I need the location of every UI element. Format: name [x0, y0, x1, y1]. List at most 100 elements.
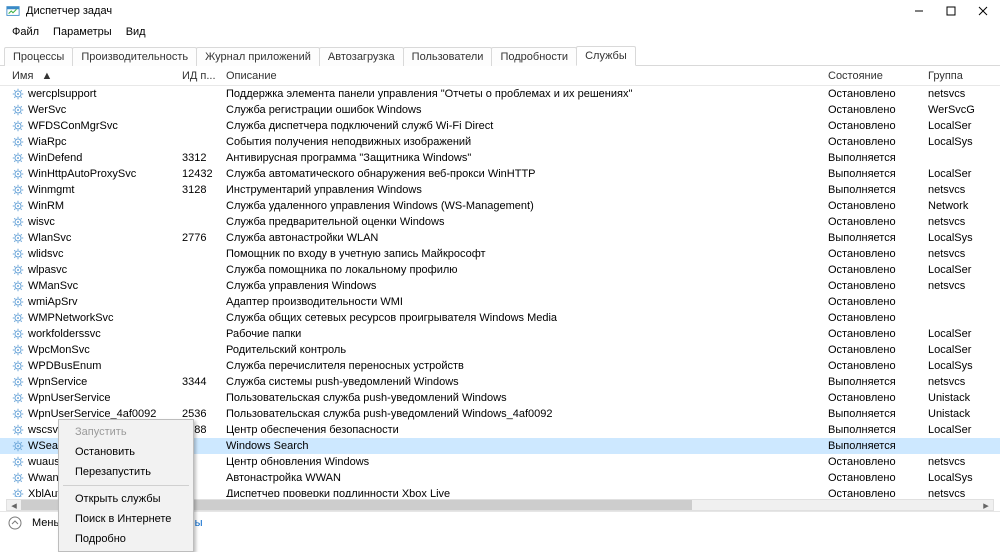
- tab-users[interactable]: Пользователи: [403, 47, 493, 66]
- service-desc: Пользовательская служба push-уведомлений…: [226, 392, 828, 404]
- service-state: Выполняется: [828, 408, 928, 420]
- gear-icon: [12, 360, 24, 372]
- service-name: WinHttpAutoProxySvc: [28, 168, 136, 180]
- tab-processes[interactable]: Процессы: [4, 47, 73, 66]
- service-desc: Автонастройка WWAN: [226, 472, 828, 484]
- table-row[interactable]: WpnService3344Служба системы push-уведом…: [0, 374, 1000, 390]
- col-pid-header[interactable]: ИД п...: [182, 70, 226, 82]
- menu-view[interactable]: Вид: [120, 24, 152, 40]
- gear-icon: [12, 232, 24, 244]
- service-group: Unistack: [928, 408, 988, 420]
- gear-icon: [12, 136, 24, 148]
- table-row[interactable]: WerSvcСлужба регистрации ошибок WindowsО…: [0, 102, 1000, 118]
- fewer-details-icon[interactable]: [8, 516, 22, 530]
- service-desc: Антивирусная программа "Защитника Window…: [226, 152, 828, 164]
- service-desc: События получения неподвижных изображени…: [226, 136, 828, 148]
- service-group: Network: [928, 200, 988, 212]
- service-state: Остановлено: [828, 264, 928, 276]
- service-desc: Служба управления Windows: [226, 280, 828, 292]
- gear-icon: [12, 104, 24, 116]
- service-desc: Инструментарий управления Windows: [226, 184, 828, 196]
- tab-performance[interactable]: Производительность: [72, 47, 197, 66]
- gear-icon: [12, 408, 24, 420]
- service-name: WpnService: [28, 376, 87, 388]
- service-name: WpcMonSvc: [28, 344, 90, 356]
- tab-startup[interactable]: Автозагрузка: [319, 47, 404, 66]
- cm-open-services[interactable]: Открыть службы: [61, 489, 191, 509]
- col-name-header[interactable]: Имя▲: [12, 70, 182, 82]
- table-row[interactable]: workfolderssvcРабочие папкиОстановленоLo…: [0, 326, 1000, 342]
- service-desc: Служба общих сетевых ресурсов проигрыват…: [226, 312, 828, 324]
- tab-app-history[interactable]: Журнал приложений: [196, 47, 320, 66]
- table-row[interactable]: WpcMonSvcРодительский контрольОстановлен…: [0, 342, 1000, 358]
- service-desc: Родительский контроль: [226, 344, 828, 356]
- gear-icon: [12, 168, 24, 180]
- cm-start: Запустить: [61, 422, 191, 442]
- table-row[interactable]: wercplsupportПоддержка элемента панели у…: [0, 86, 1000, 102]
- table-row[interactable]: wmiApSrvАдаптер производительности WMIОс…: [0, 294, 1000, 310]
- service-desc: Служба помощника по локальному профилю: [226, 264, 828, 276]
- table-row[interactable]: WinRMСлужба удаленного управления Window…: [0, 198, 1000, 214]
- menu-options[interactable]: Параметры: [47, 24, 118, 40]
- gear-icon: [12, 344, 24, 356]
- service-name: Winmgmt: [28, 184, 74, 196]
- service-group: LocalSer: [928, 328, 988, 340]
- service-desc: Служба регистрации ошибок Windows: [226, 104, 828, 116]
- service-name: WinDefend: [28, 152, 82, 164]
- gear-icon: [12, 280, 24, 292]
- col-group-header[interactable]: Группа: [928, 70, 988, 82]
- service-name: WMPNetworkSvc: [28, 312, 114, 324]
- table-row[interactable]: WMPNetworkSvc Служба общих сетевых ресурс…: [0, 310, 1000, 326]
- menu-file[interactable]: Файл: [6, 24, 45, 40]
- service-state: Остановлено: [828, 328, 928, 340]
- tab-details[interactable]: Подробности: [491, 47, 577, 66]
- service-state: Остановлено: [828, 200, 928, 212]
- tabstrip: Процессы Производительность Журнал прило…: [0, 44, 1000, 66]
- service-group: LocalSys: [928, 232, 988, 244]
- cm-search-online[interactable]: Поиск в Интернете: [61, 509, 191, 529]
- column-headers: Имя▲ ИД п... Описание Состояние Группа: [0, 66, 1000, 86]
- table-row[interactable]: wlpasvcСлужба помощника по локальному пр…: [0, 262, 1000, 278]
- col-desc-header[interactable]: Описание: [226, 70, 828, 82]
- cm-details[interactable]: Подробно: [61, 529, 191, 549]
- service-pid: 3344: [182, 376, 226, 388]
- tab-services[interactable]: Службы: [576, 46, 636, 66]
- service-group: LocalSer: [928, 120, 988, 132]
- scroll-left-arrow[interactable]: ◂: [7, 499, 21, 512]
- gear-icon: [12, 312, 24, 324]
- cm-stop[interactable]: Остановить: [61, 442, 191, 462]
- scroll-right-arrow[interactable]: ▸: [979, 499, 993, 512]
- service-name: WiaRpc: [28, 136, 67, 148]
- table-row[interactable]: WpnUserServiceПользовательская служба pu…: [0, 390, 1000, 406]
- menubar: Файл Параметры Вид: [0, 22, 1000, 42]
- table-row[interactable]: WPDBusEnumСлужба перечислителя переносны…: [0, 358, 1000, 374]
- table-row[interactable]: WManSvcСлужба управления WindowsОстановл…: [0, 278, 1000, 294]
- table-row[interactable]: Winmgmt3128Инструментарий управления Win…: [0, 182, 1000, 198]
- service-name: WinRM: [28, 200, 64, 212]
- service-name: WlanSvc: [28, 232, 71, 244]
- app-icon: [6, 4, 20, 18]
- service-desc: Служба диспетчера подключений служб Wi-F…: [226, 120, 828, 132]
- col-state-header[interactable]: Состояние: [828, 70, 928, 82]
- close-button[interactable]: [976, 4, 990, 18]
- table-row[interactable]: WlanSvc2776Служба автонастройки WLANВыпо…: [0, 230, 1000, 246]
- service-group: LocalSys: [928, 472, 988, 484]
- table-row[interactable]: WinDefend3312Антивирусная программа "Защ…: [0, 150, 1000, 166]
- service-state: Остановлено: [828, 216, 928, 228]
- cm-restart[interactable]: Перезапустить: [61, 462, 191, 482]
- table-row[interactable]: wlidsvcПомощник по входу в учетную запис…: [0, 246, 1000, 262]
- table-row[interactable]: WinHttpAutoProxySvc12432Служба автоматич…: [0, 166, 1000, 182]
- table-row[interactable]: WFDSConMgrSvcСлужба диспетчера подключен…: [0, 118, 1000, 134]
- table-row[interactable]: wisvcСлужба предварительной оценки Windo…: [0, 214, 1000, 230]
- service-desc: Служба автонастройки WLAN: [226, 232, 828, 244]
- gear-icon: [12, 440, 24, 452]
- sort-asc-icon: ▲: [41, 70, 52, 82]
- service-desc: Служба предварительной оценки Windows: [226, 216, 828, 228]
- maximize-button[interactable]: [944, 4, 958, 18]
- service-name: WManSvc: [28, 280, 78, 292]
- gear-icon: [12, 216, 24, 228]
- service-group: LocalSer: [928, 264, 988, 276]
- service-group: LocalSys: [928, 360, 988, 372]
- table-row[interactable]: WiaRpc События получения неподвижных изоб…: [0, 134, 1000, 150]
- minimize-button[interactable]: [912, 4, 926, 18]
